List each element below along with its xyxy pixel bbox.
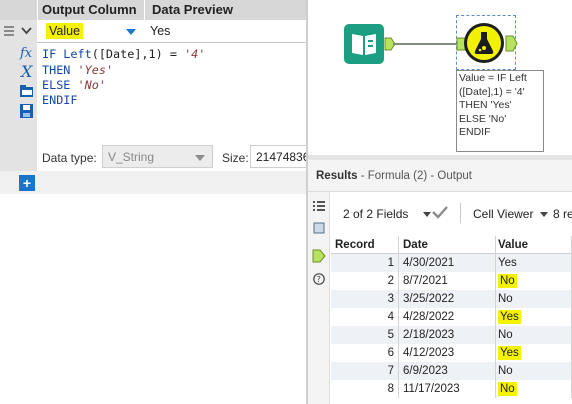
toolbar-divider: [460, 203, 461, 223]
formula-tool[interactable]: [464, 23, 504, 63]
add-row-bar: [0, 171, 306, 194]
cell-value[interactable]: Yes: [496, 308, 572, 326]
book-icon: [352, 34, 376, 55]
data-preview-header: Data Preview: [145, 0, 306, 20]
data-type-value: V_String: [108, 150, 155, 164]
cell-value[interactable]: No: [496, 380, 572, 398]
cell-date[interactable]: 8/7/2021: [399, 272, 496, 290]
annotation-line: Value = IF Left: [459, 72, 527, 84]
expression-line-1[interactable]: IF Left([Date],1) = '4': [42, 47, 205, 61]
data-preview-header-label: Data Preview: [152, 2, 233, 17]
table-row[interactable]: 3 3/25/2022 No: [331, 290, 572, 308]
cell-record[interactable]: 5: [331, 326, 399, 344]
cell-record[interactable]: 3: [331, 290, 399, 308]
variables-icon[interactable]: X: [19, 62, 34, 81]
cell-value[interactable]: Yes: [496, 254, 572, 272]
column-header-date[interactable]: Date: [399, 236, 496, 254]
cell-value[interactable]: Yes: [496, 344, 572, 362]
cell-record[interactable]: 8: [331, 380, 399, 398]
open-folder-icon[interactable]: [19, 83, 34, 99]
dropdown-caret-icon[interactable]: [126, 29, 136, 35]
cell-viewer-button[interactable]: Cell Viewer: [473, 207, 533, 221]
cell-record[interactable]: 4: [331, 308, 399, 326]
fields-selector[interactable]: 2 of 2 Fields: [343, 207, 408, 221]
cell-date[interactable]: 3/25/2022: [399, 290, 496, 308]
expression-line-2[interactable]: THEN 'Yes': [42, 63, 113, 77]
cell-date[interactable]: 4/12/2023: [399, 344, 496, 362]
cell-value[interactable]: No: [496, 362, 572, 380]
save-icon[interactable]: [19, 103, 34, 119]
cell-record[interactable]: 7: [331, 362, 399, 380]
cell-date[interactable]: 2/18/2023: [399, 326, 496, 344]
table-row[interactable]: 7 6/9/2023 No: [331, 362, 572, 380]
cell-value[interactable]: No: [496, 326, 572, 344]
svg-text:?: ?: [317, 275, 321, 284]
checkmark-icon[interactable]: [432, 205, 448, 219]
output-column-value[interactable]: Value: [46, 23, 84, 39]
svg-text:X: X: [19, 63, 33, 79]
table-row[interactable]: 1 4/30/2021 Yes: [331, 254, 572, 272]
cell-value[interactable]: No: [496, 272, 572, 290]
input-data-tool[interactable]: [344, 24, 384, 64]
annotation-line: ([Date],1) = '4': [459, 85, 525, 98]
collapse-chevron-icon[interactable]: [21, 27, 32, 35]
header-gutter: [0, 0, 37, 20]
connection-line[interactable]: [393, 43, 459, 45]
cell-date[interactable]: 6/9/2023: [399, 362, 496, 380]
size-label: Size:: [222, 151, 249, 165]
table-row[interactable]: 5 2/18/2023 No: [331, 326, 572, 344]
cell-value[interactable]: No: [496, 290, 572, 308]
cell-date[interactable]: 4/30/2021: [399, 254, 496, 272]
cell-value-text: No: [498, 293, 513, 305]
record-count: 8 records: [553, 207, 572, 221]
cell-value-text: No: [498, 365, 513, 377]
data-type-label: Data type:: [42, 151, 97, 165]
annotation-line: ENDIF: [459, 126, 491, 139]
row-gutter: [0, 20, 37, 43]
cell-viewer-dropdown-icon[interactable]: [540, 212, 548, 217]
cell-value-text: No: [498, 329, 513, 341]
results-title: Results - Formula (2) - Output: [316, 170, 472, 182]
cell-value-text: Yes: [498, 257, 517, 269]
output-anchor-view-icon[interactable]: [312, 249, 326, 263]
add-formula-button[interactable]: +: [19, 175, 35, 191]
cell-record[interactable]: 6: [331, 344, 399, 362]
table-row[interactable]: 8 11/17/2023 No: [331, 380, 572, 398]
formula-output-anchor-icon[interactable]: [505, 35, 518, 52]
cell-value-text: No: [498, 274, 517, 288]
output-column-header-label: Output Column: [42, 2, 137, 17]
fields-dropdown-icon[interactable]: [423, 212, 431, 217]
function-icon[interactable]: fx: [19, 44, 34, 61]
results-table-header: Record Date Value: [331, 236, 572, 254]
data-preview-value: Yes: [150, 24, 171, 38]
size-value: 2147483647: [256, 150, 306, 164]
cell-value-text: Yes: [498, 346, 521, 360]
expression-line-4[interactable]: ENDIF: [42, 93, 78, 107]
svg-text:fx: fx: [19, 46, 33, 60]
annotation-line: THEN 'Yes': [459, 99, 512, 112]
annotation-line: ELSE 'No': [459, 112, 507, 125]
table-row[interactable]: 6 4/12/2023 Yes: [331, 344, 572, 362]
list-view-icon[interactable]: [313, 200, 325, 212]
results-sidebar: ?: [308, 192, 330, 404]
cell-record[interactable]: 1: [331, 254, 399, 272]
cell-value-text: No: [498, 382, 517, 396]
table-row[interactable]: 4 4/28/2022 Yes: [331, 308, 572, 326]
expression-line-3[interactable]: ELSE 'No': [42, 78, 106, 92]
cell-date[interactable]: 11/17/2023: [399, 380, 496, 398]
data-type-dropdown-icon[interactable]: [195, 155, 205, 161]
help-icon[interactable]: ?: [313, 273, 325, 285]
column-header-value[interactable]: Value: [496, 236, 572, 254]
output-column-header: Output Column: [37, 0, 145, 20]
column-header-record[interactable]: Record: [331, 236, 399, 254]
input-anchor-view-icon[interactable]: [313, 222, 325, 234]
cell-date[interactable]: 4/28/2022: [399, 308, 496, 326]
tool-annotation: Value = IF Left ([Date],1) = '4' THEN 'Y…: [456, 70, 544, 152]
drag-handle-icon[interactable]: [4, 26, 14, 36]
cell-record[interactable]: 2: [331, 272, 399, 290]
cell-value-text: Yes: [498, 310, 521, 324]
table-row[interactable]: 2 8/7/2021 No: [331, 272, 572, 290]
flask-icon: [467, 26, 501, 60]
